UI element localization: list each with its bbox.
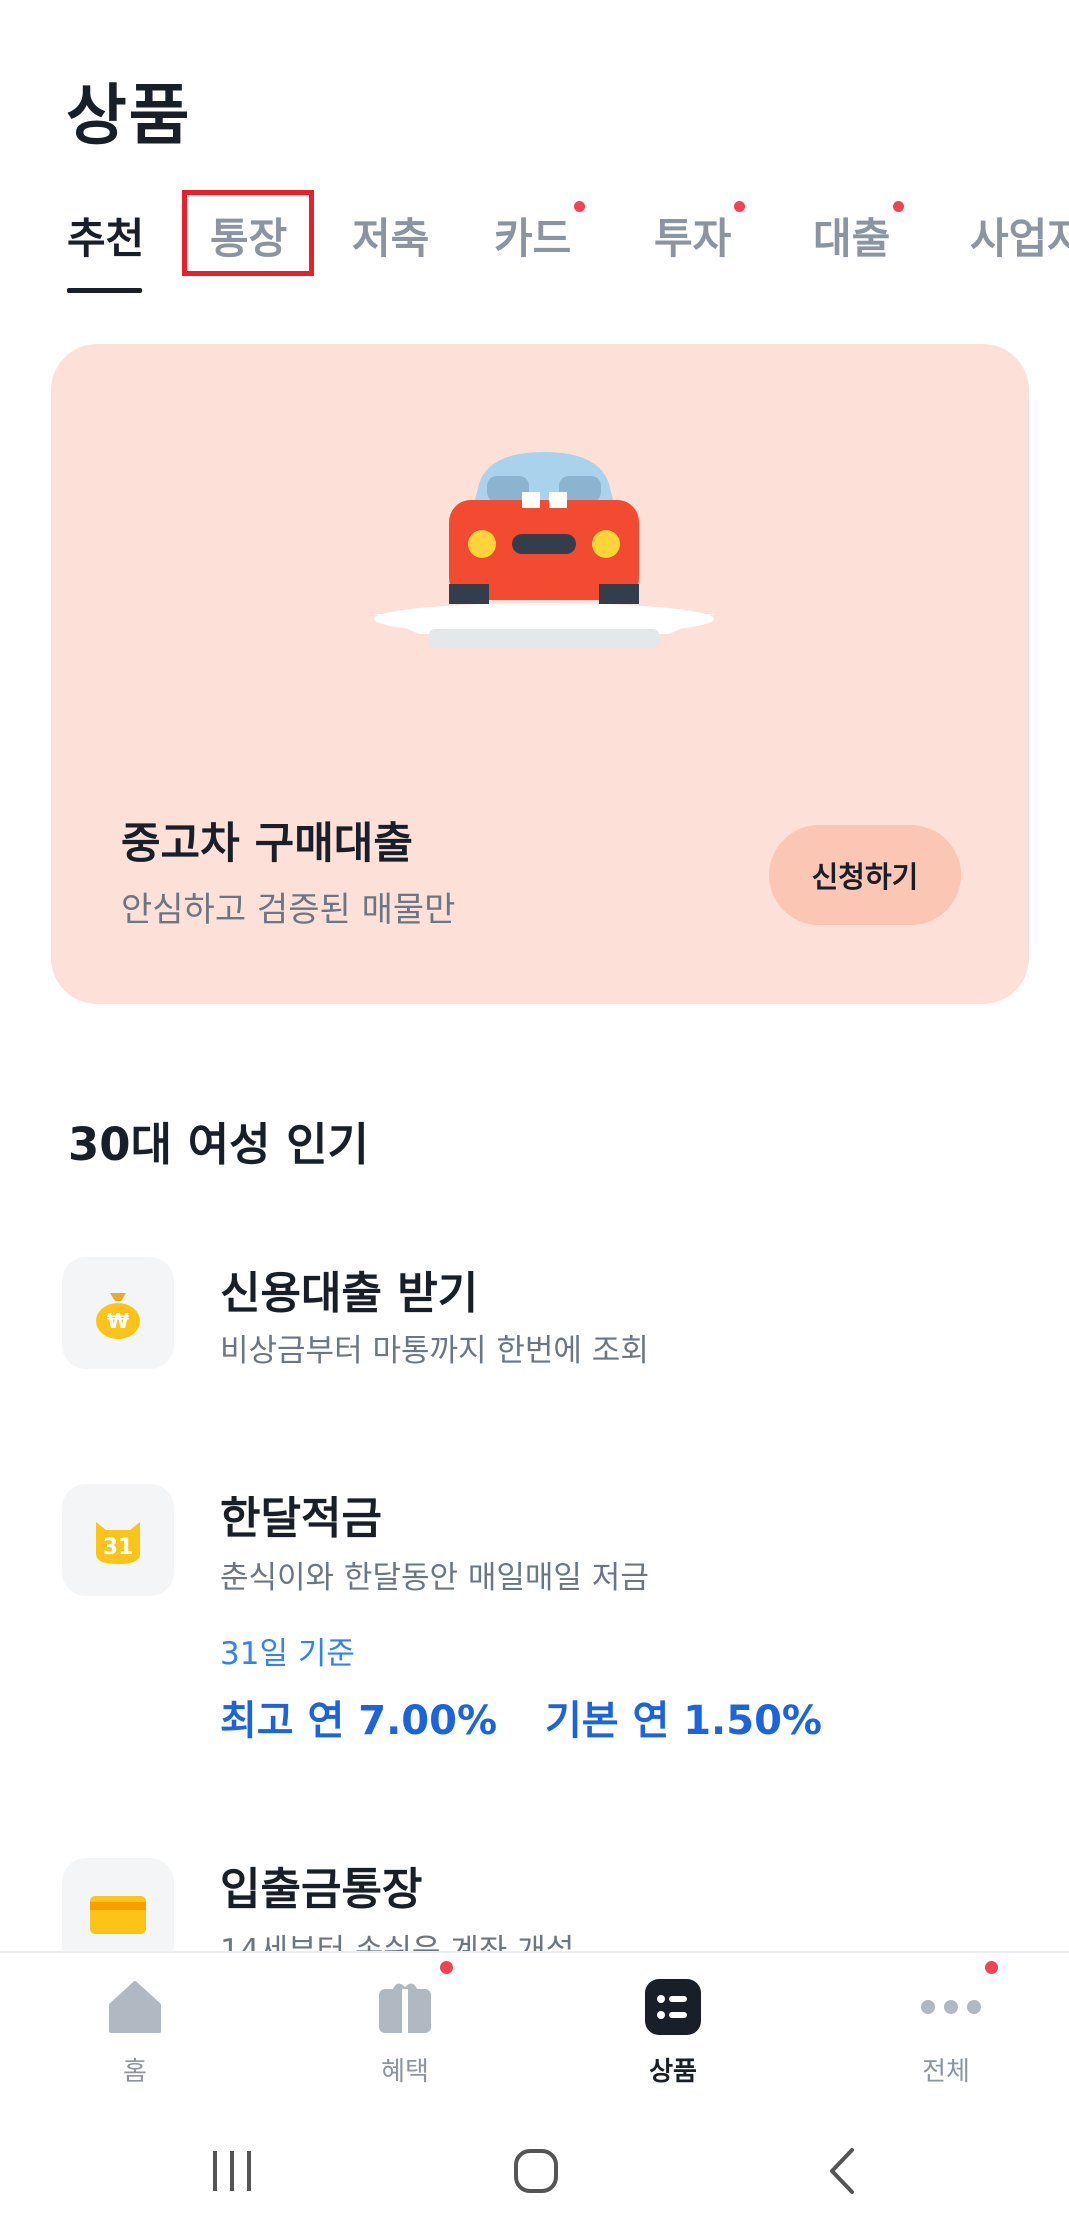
calendar-31-icon: 31 — [62, 1484, 174, 1596]
tab-business[interactable]: 사업자 — [970, 205, 1069, 266]
tab-recommend[interactable]: 추천 — [67, 205, 144, 266]
product-title: 한달적금 — [220, 1493, 382, 1544]
tab-account-highlight-box — [182, 190, 314, 276]
list-icon — [643, 1977, 703, 2037]
system-navigation-bar — [0, 2101, 1069, 2238]
new-dot — [574, 201, 586, 212]
new-dot — [440, 1961, 453, 1974]
rate-info: 최고 연 7.00% 기본 연 1.50% — [220, 1688, 856, 1746]
tab-label: 카드 — [494, 214, 572, 263]
tab-card[interactable]: 카드 — [494, 201, 586, 266]
nav-label: 상품 — [649, 2057, 697, 2087]
recent-apps-icon[interactable] — [200, 2141, 264, 2201]
bottom-navigation: 홈 혜택 상품 전체 — [0, 1951, 1069, 2101]
banner-title: 중고차 구매대출 — [121, 819, 413, 869]
banner-subtitle: 안심하고 검증된 매물만 — [121, 890, 456, 930]
back-icon[interactable] — [810, 2141, 874, 2201]
rate-max: 최고 연 7.00% — [220, 1698, 498, 1744]
home-circle-icon[interactable] — [504, 2141, 568, 2201]
nav-products[interactable]: 상품 — [583, 1977, 763, 2088]
nav-home[interactable]: 홈 — [45, 1977, 225, 2088]
product-desc: 춘식이와 한달동안 매일매일 저금 — [220, 1560, 649, 1596]
page-title: 상품 — [66, 77, 192, 154]
nav-label: 홈 — [123, 2057, 147, 2087]
tab-label: 투자 — [654, 214, 732, 263]
tab-label: 저축 — [352, 214, 430, 263]
new-dot — [734, 201, 746, 212]
rate-base: 기본 연 1.50% — [544, 1698, 822, 1744]
svg-text:₩: ₩ — [107, 1309, 129, 1333]
home-icon — [105, 1977, 165, 2037]
promo-banner[interactable]: 중고차 구매대출 안심하고 검증된 매물만 신청하기 — [51, 344, 1029, 1004]
product-title: 신용대출 받기 — [220, 1268, 479, 1319]
category-tabs: 추천 통장 저축 카드 투자 대출 사업자 — [0, 195, 1069, 295]
tab-label: 사업자 — [970, 214, 1069, 263]
more-icon — [916, 1961, 998, 2037]
active-tab-indicator — [67, 288, 142, 293]
car-icon — [369, 444, 719, 658]
nav-all[interactable]: 전체 — [856, 1961, 1036, 2088]
nav-benefits[interactable]: 혜택 — [315, 1961, 495, 2088]
section-title: 30대 여성 인기 — [68, 1118, 369, 1171]
new-dot — [893, 201, 905, 212]
tab-invest[interactable]: 투자 — [654, 201, 746, 266]
nav-label: 전체 — [922, 2057, 970, 2087]
rate-basis: 31일 기준 — [220, 1636, 355, 1672]
tab-loan[interactable]: 대출 — [813, 201, 905, 266]
product-desc: 비상금부터 마통까지 한번에 조회 — [220, 1333, 649, 1369]
product-title: 입출금통장 — [220, 1864, 423, 1915]
money-bag-icon: ₩ — [62, 1257, 174, 1369]
nav-label: 혜택 — [381, 2057, 429, 2087]
calendar-badge: 31 — [103, 1535, 134, 1560]
gift-icon — [375, 1961, 453, 2037]
tab-savings[interactable]: 저축 — [352, 205, 429, 266]
tab-label: 추천 — [67, 214, 145, 263]
tab-label: 대출 — [813, 214, 891, 263]
new-dot — [985, 1961, 998, 1974]
apply-button[interactable]: 신청하기 — [769, 825, 961, 925]
